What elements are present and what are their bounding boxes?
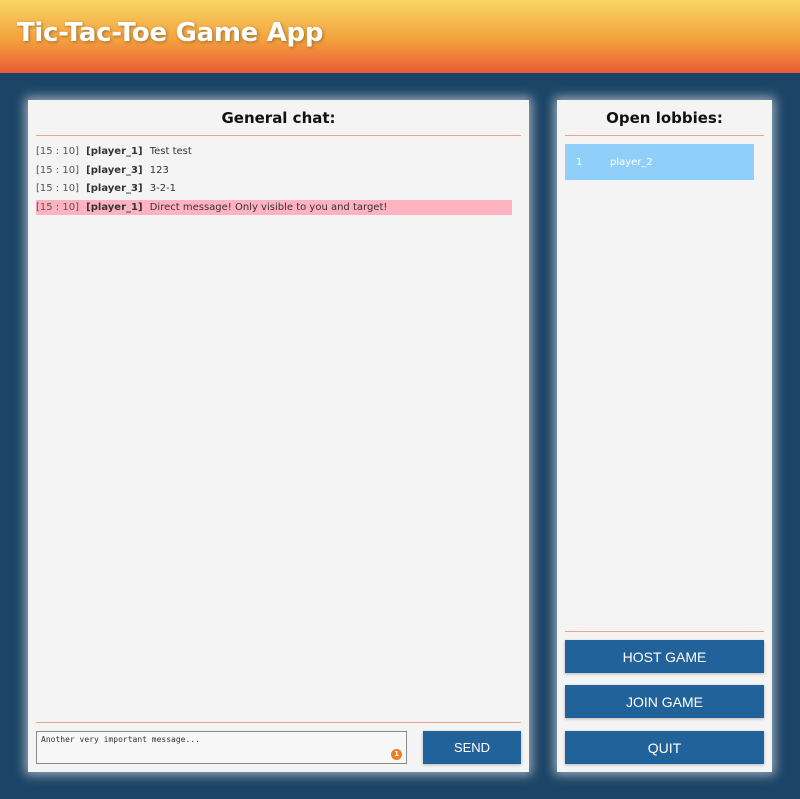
message-user: [player_3]	[86, 164, 143, 176]
message-time: [15 : 10]	[36, 164, 79, 176]
chat-message: [15 : 10] [player_1] Test test	[36, 144, 512, 159]
chat-message: [15 : 10] [player_3] 123	[36, 163, 512, 178]
direct-message: [15 : 10] [player_1] Direct message! Onl…	[36, 199, 512, 215]
message-time: [15 : 10]	[36, 146, 79, 157]
message-time: [15 : 10]	[36, 183, 79, 195]
join-game-button[interactable]: JOIN GAME	[565, 685, 764, 718]
general-chat-panel: General chat: [15 : 10] [player_1] Test …	[28, 100, 529, 772]
message-user: [player_1]	[86, 146, 143, 157]
message-user: [player_3]	[86, 183, 143, 195]
message-text: Test test	[149, 146, 192, 157]
lobby-number: 1	[576, 156, 583, 168]
message-user: [player_1]	[86, 201, 143, 213]
message-text: Direct message! Only visible to you and …	[149, 201, 388, 213]
chat-input-divider	[36, 722, 521, 723]
lobbies-buttons-divider	[565, 631, 764, 632]
lobby-item[interactable]: 1 player_2	[565, 144, 754, 180]
message-text: 123	[149, 164, 169, 176]
lobbies-title-divider	[565, 135, 764, 136]
send-button[interactable]: SEND	[423, 731, 521, 764]
chat-message-input[interactable]: Another very important message...	[36, 731, 407, 764]
chat-title-divider	[36, 135, 521, 136]
app-title: Tic-Tac-Toe Game App	[17, 18, 324, 48]
quit-button[interactable]: QUIT	[565, 731, 764, 764]
lobby-host-name: player_2	[610, 156, 653, 168]
open-lobbies-panel: Open lobbies: 1 player_2 HOST GAME JOIN …	[557, 100, 772, 772]
chat-message-list: [15 : 10] [player_1] Test test [15 : 10]…	[36, 144, 512, 218]
message-time: [15 : 10]	[36, 201, 79, 213]
app-header: Tic-Tac-Toe Game App	[0, 0, 800, 73]
input-notification-badge: 1	[391, 749, 402, 760]
lobbies-title: Open lobbies:	[606, 109, 723, 127]
message-text: 3-2-1	[149, 183, 177, 195]
host-game-button[interactable]: HOST GAME	[565, 640, 764, 673]
chat-title: General chat:	[221, 109, 336, 127]
chat-message: [15 : 10] [player_3] 3-2-1	[36, 181, 512, 196]
